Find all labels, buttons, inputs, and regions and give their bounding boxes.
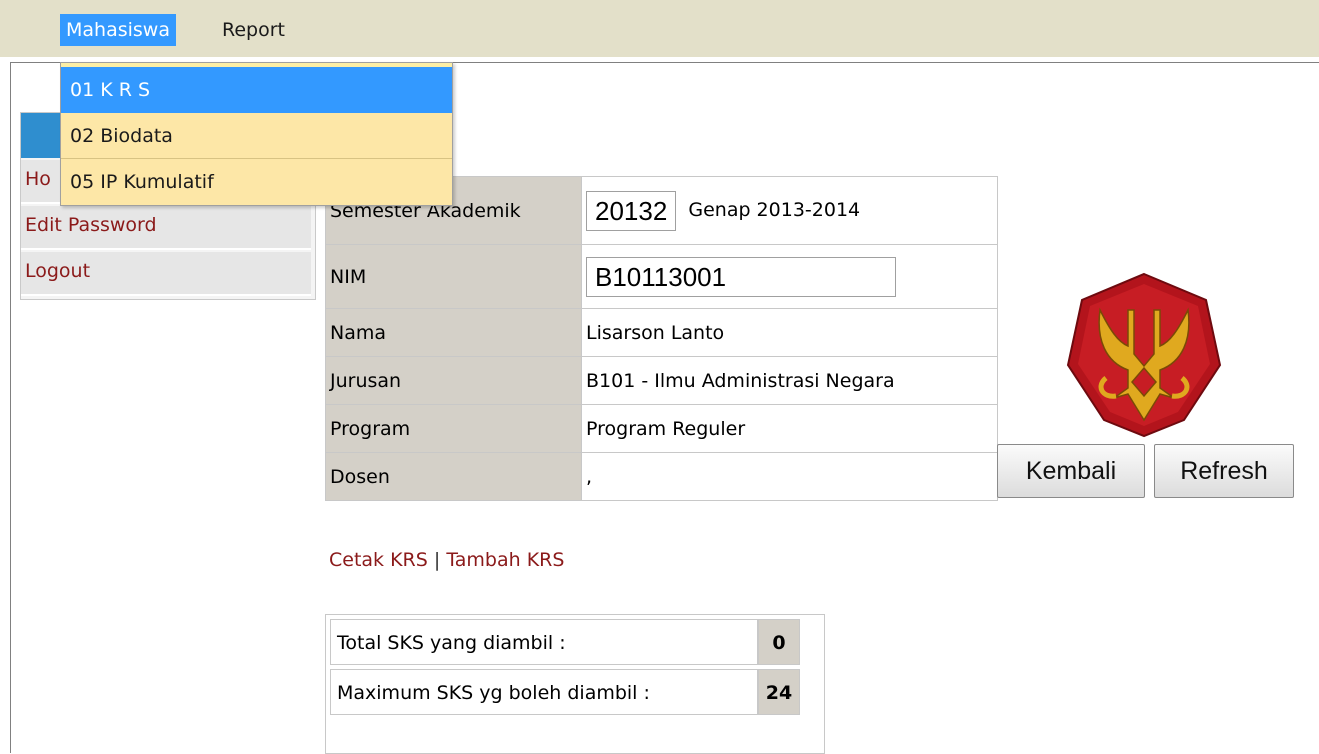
nim-field[interactable]: B10113001 <box>586 256 896 297</box>
program-value: Program Reguler <box>581 404 998 453</box>
dropdown-item-biodata[interactable]: 02 Biodata <box>61 113 452 159</box>
menu-bar: Mahasiswa Report <box>0 0 1319 57</box>
mahasiswa-dropdown-menu: 01 K R S 02 Biodata 05 IP Kumulatif <box>60 62 453 206</box>
nama-label: Nama <box>325 308 582 357</box>
sks-total-row: Total SKS yang diambil : 0 <box>330 619 800 667</box>
dropdown-item-krs[interactable]: 01 K R S <box>61 67 452 113</box>
semester-cell: 20132 Genap 2013-2014 <box>581 176 998 245</box>
semester-code-field[interactable]: 20132 <box>586 190 677 231</box>
sks-max-row: Maximum SKS yg boleh diambil : 24 <box>330 669 800 717</box>
dosen-value: , <box>581 452 998 501</box>
jurusan-label: Jurusan <box>325 356 582 405</box>
nim-label: NIM <box>325 244 582 309</box>
link-separator: | <box>427 549 447 571</box>
semester-desc: Genap 2013-2014 <box>688 199 861 221</box>
dosen-label: Dosen <box>325 452 582 501</box>
nim-cell: B10113001 <box>581 244 998 309</box>
jurusan-value: B101 - Ilmu Administrasi Negara <box>581 356 998 405</box>
sks-total-label: Total SKS yang diambil : <box>330 619 758 665</box>
cetak-krs-link[interactable]: Cetak KRS <box>329 549 428 571</box>
program-label: Program <box>325 404 582 453</box>
sidebar-item-edit-password[interactable]: Edit Password <box>21 206 311 250</box>
menu-mahasiswa[interactable]: Mahasiswa <box>60 14 176 46</box>
refresh-button[interactable]: Refresh <box>1154 444 1294 498</box>
menu-report[interactable]: Report <box>216 14 291 46</box>
kembali-button[interactable]: Kembali <box>997 444 1145 498</box>
dropdown-item-ip-kumulatif[interactable]: 05 IP Kumulatif <box>61 159 452 205</box>
sks-total-value: 0 <box>758 619 800 665</box>
sks-max-value: 24 <box>758 669 800 715</box>
tambah-krs-link[interactable]: Tambah KRS <box>446 549 564 571</box>
sks-max-label: Maximum SKS yg boleh diambil : <box>330 669 758 715</box>
nama-value: Lisarson Lanto <box>581 308 998 357</box>
krs-links: Cetak KRS | Tambah KRS <box>329 549 564 571</box>
sidebar-item-logout[interactable]: Logout <box>21 252 311 296</box>
university-emblem-icon <box>1066 272 1222 438</box>
student-info-table: Semester Akademik 20132 Genap 2013-2014 … <box>325 176 998 501</box>
sks-summary-table: Total SKS yang diambil : 0 Maximum SKS y… <box>325 614 825 754</box>
